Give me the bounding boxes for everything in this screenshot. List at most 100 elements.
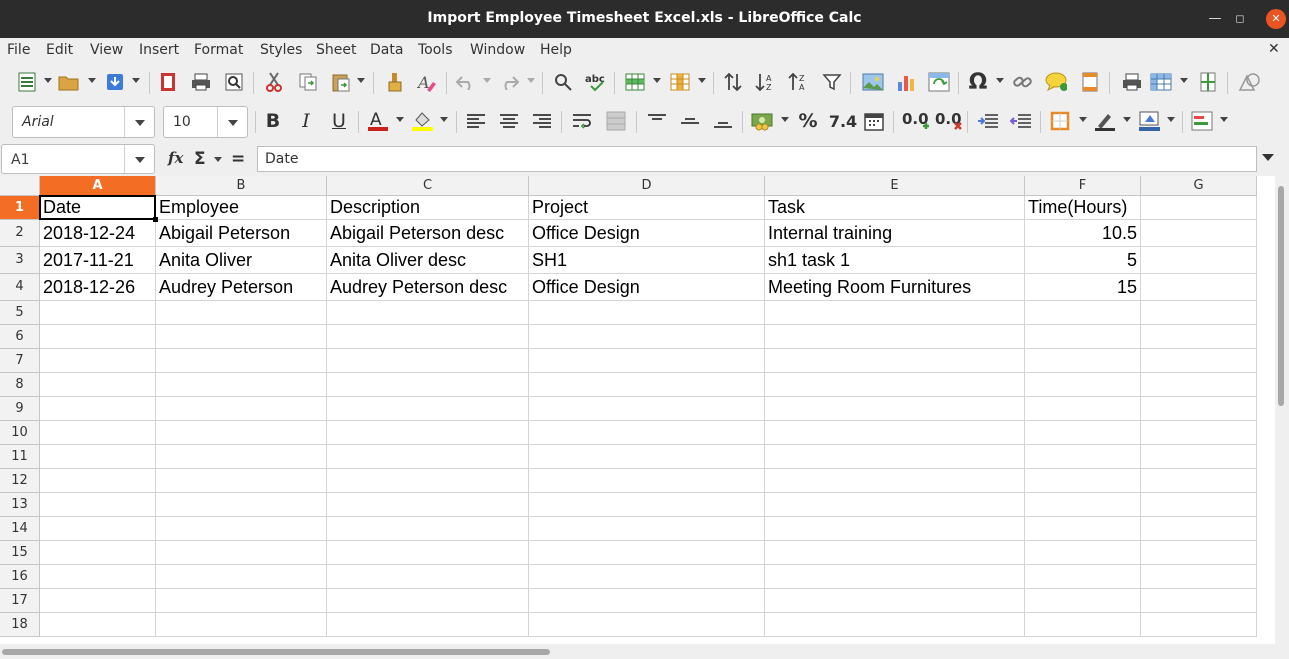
cell-e17[interactable] [765, 589, 1025, 613]
hyperlink-icon[interactable] [1012, 71, 1034, 93]
border-style-icon[interactable] [1094, 110, 1116, 132]
row-header-11[interactable]: 11 [0, 445, 40, 469]
font-color-icon[interactable]: A [367, 110, 389, 132]
cell-e5[interactable] [765, 301, 1025, 325]
cell-b16[interactable] [156, 565, 327, 589]
cell-c18[interactable] [327, 613, 529, 637]
row-header-17[interactable]: 17 [0, 589, 40, 613]
undo-dropdown-icon[interactable] [483, 78, 491, 83]
sort-ascending-icon[interactable]: AZ [755, 71, 777, 93]
cell-b12[interactable] [156, 469, 327, 493]
cell-g11[interactable] [1141, 445, 1257, 469]
row-header-8[interactable]: 8 [0, 373, 40, 397]
redo-icon[interactable] [498, 71, 520, 93]
insert-chart-icon[interactable] [895, 71, 917, 93]
cell-d7[interactable] [529, 349, 765, 373]
cell-e12[interactable] [765, 469, 1025, 493]
save-dropdown-icon[interactable] [132, 78, 140, 83]
menu-data[interactable]: Data [370, 42, 403, 58]
autofilter-icon[interactable] [821, 71, 843, 93]
column-header-c[interactable]: C [327, 176, 529, 196]
sort-descending-icon[interactable]: ZA [788, 71, 810, 93]
print-icon[interactable] [190, 71, 212, 93]
cell-a8[interactable] [40, 373, 156, 397]
cell-f6[interactable] [1025, 325, 1141, 349]
menu-window[interactable]: Window [470, 42, 525, 58]
cell-b13[interactable] [156, 493, 327, 517]
cell-g12[interactable] [1141, 469, 1257, 493]
font-size-dropdown-icon[interactable] [217, 107, 247, 137]
special-character-dropdown-icon[interactable] [996, 78, 1004, 83]
cell-e13[interactable] [765, 493, 1025, 517]
cell-g16[interactable] [1141, 565, 1257, 589]
open-dropdown-icon[interactable] [88, 78, 96, 83]
row-header-9[interactable]: 9 [0, 397, 40, 421]
cell-c3[interactable]: Anita Oliver desc [327, 247, 529, 274]
cell-b1[interactable]: Employee [156, 196, 327, 220]
cell-d2[interactable]: Office Design [529, 220, 765, 247]
conditional-format-dropdown-icon[interactable] [1220, 117, 1228, 122]
underline-icon[interactable]: U [328, 110, 350, 132]
horizontal-scroll-thumb[interactable] [2, 649, 550, 655]
menu-format[interactable]: Format [194, 42, 243, 58]
row-header-18[interactable]: 18 [0, 613, 40, 637]
percent-format-icon[interactable]: % [797, 110, 819, 132]
row-header-13[interactable]: 13 [0, 493, 40, 517]
cell-f15[interactable] [1025, 541, 1141, 565]
cell-e14[interactable] [765, 517, 1025, 541]
delete-decimal-icon[interactable]: 0.0 [935, 110, 963, 132]
cell-g4[interactable] [1141, 274, 1257, 301]
cell-a16[interactable] [40, 565, 156, 589]
menu-file[interactable]: File [7, 42, 30, 58]
cell-f12[interactable] [1025, 469, 1141, 493]
cell-a13[interactable] [40, 493, 156, 517]
cell-c11[interactable] [327, 445, 529, 469]
font-name-dropdown-icon[interactable] [124, 107, 154, 137]
row-icon[interactable] [624, 71, 646, 93]
cell-c14[interactable] [327, 517, 529, 541]
borders-dropdown-icon[interactable] [1079, 117, 1087, 122]
cell-b10[interactable] [156, 421, 327, 445]
copy-icon[interactable] [297, 71, 319, 93]
cell-f3[interactable]: 5 [1025, 247, 1141, 274]
print-area-icon[interactable] [1121, 71, 1143, 93]
cell-c7[interactable] [327, 349, 529, 373]
borders-icon[interactable] [1049, 110, 1071, 132]
font-color-dropdown-icon[interactable] [396, 117, 404, 122]
align-bottom-icon[interactable] [712, 110, 734, 132]
increase-indent-icon[interactable] [977, 110, 999, 132]
cell-c13[interactable] [327, 493, 529, 517]
row-header-12[interactable]: 12 [0, 469, 40, 493]
cell-d1[interactable]: Project [529, 196, 765, 220]
clone-formatting-icon[interactable] [384, 71, 406, 93]
formula-input[interactable]: Date [257, 146, 1257, 172]
cell-a11[interactable] [40, 445, 156, 469]
cell-f11[interactable] [1025, 445, 1141, 469]
cell-e11[interactable] [765, 445, 1025, 469]
row-header-15[interactable]: 15 [0, 541, 40, 565]
cell-b6[interactable] [156, 325, 327, 349]
cell-b18[interactable] [156, 613, 327, 637]
cell-d6[interactable] [529, 325, 765, 349]
menu-insert[interactable]: Insert [139, 42, 179, 58]
print-preview-icon[interactable] [223, 71, 245, 93]
column-header-e[interactable]: E [765, 176, 1025, 196]
cell-g13[interactable] [1141, 493, 1257, 517]
font-name-box[interactable]: Arial [12, 106, 155, 138]
currency-format-icon[interactable] [751, 110, 773, 132]
new-dropdown-icon[interactable] [44, 78, 52, 83]
paste-icon[interactable] [330, 71, 352, 93]
cell-a6[interactable] [40, 325, 156, 349]
cell-e1[interactable]: Task [765, 196, 1025, 220]
cell-f10[interactable] [1025, 421, 1141, 445]
row-dropdown-icon[interactable] [653, 78, 661, 83]
cell-d11[interactable] [529, 445, 765, 469]
cell-c12[interactable] [327, 469, 529, 493]
vertical-scrollbar[interactable] [1275, 176, 1289, 644]
save-icon[interactable] [104, 71, 126, 93]
cell-e4[interactable]: Meeting Room Furnitures [765, 274, 1025, 301]
cell-e8[interactable] [765, 373, 1025, 397]
menu-tools[interactable]: Tools [418, 42, 453, 58]
decrease-indent-icon[interactable] [1010, 110, 1032, 132]
menu-help[interactable]: Help [540, 42, 572, 58]
